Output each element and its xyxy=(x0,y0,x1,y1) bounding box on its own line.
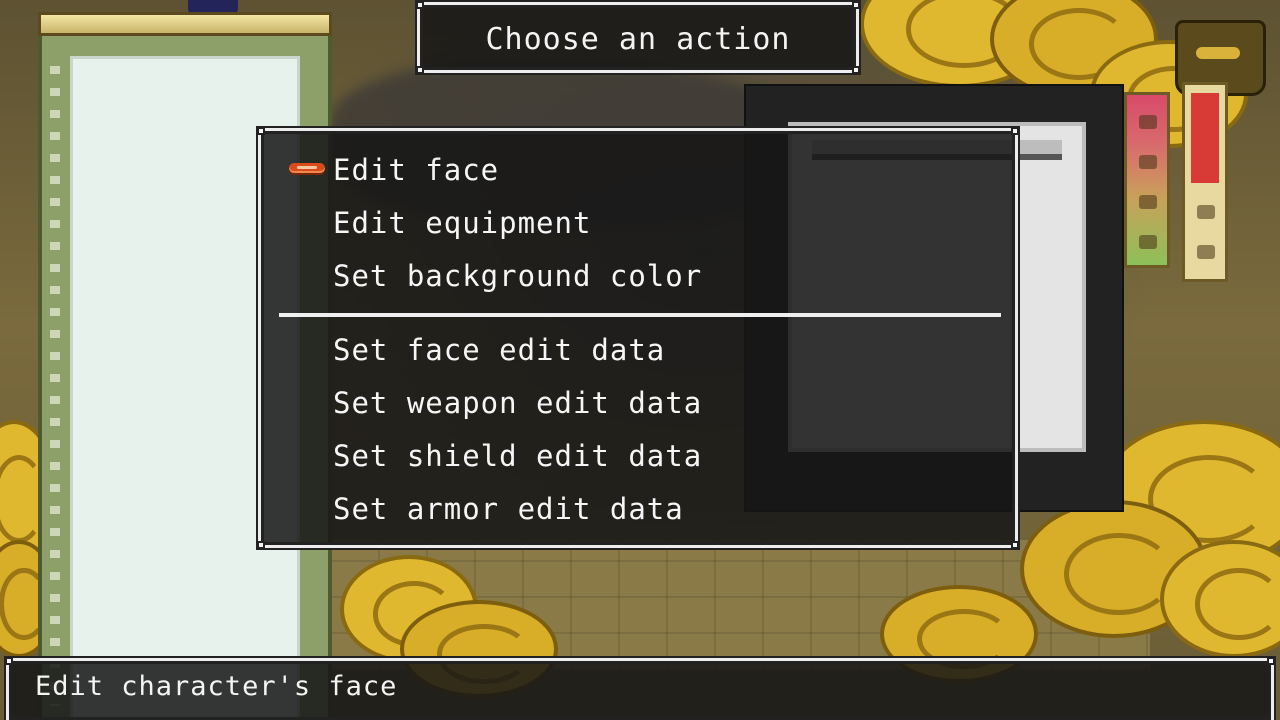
menu-item-set-face-edit-data[interactable]: Set face edit data xyxy=(333,330,665,370)
help-description: Edit character's face xyxy=(35,671,398,702)
menu-item-edit-face[interactable]: Edit face xyxy=(333,150,499,190)
hanging-banners xyxy=(1120,20,1280,282)
action-menu: Edit face Edit equipment Set background … xyxy=(257,127,1019,549)
cream-red-banner xyxy=(1182,82,1228,282)
menu-divider xyxy=(279,313,1001,317)
title-window: Choose an action xyxy=(416,1,860,74)
red-green-banner xyxy=(1124,92,1170,268)
menu-item-set-shield-edit-data[interactable]: Set shield edit data xyxy=(333,436,702,476)
help-window: Edit character's face xyxy=(5,657,1275,720)
menu-item-set-armor-edit-data[interactable]: Set armor edit data xyxy=(333,489,684,529)
menu-item-set-background-color[interactable]: Set background color xyxy=(333,256,702,296)
menu-item-set-weapon-edit-data[interactable]: Set weapon edit data xyxy=(333,383,702,423)
action-menu-list: Edit face Edit equipment Set background … xyxy=(261,131,1015,545)
scroll-rod xyxy=(38,12,332,36)
menu-item-edit-equipment[interactable]: Edit equipment xyxy=(333,203,591,243)
selection-cursor-icon xyxy=(289,163,325,173)
window-title: Choose an action xyxy=(485,22,791,57)
